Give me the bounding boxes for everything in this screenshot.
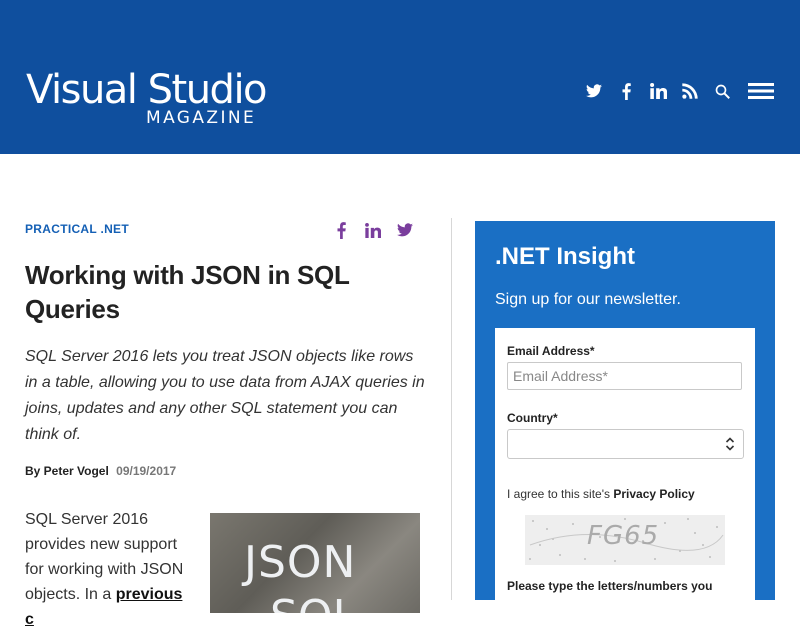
menu-icon[interactable] [748,81,774,101]
article-image: JSON SQL [210,513,420,613]
newsletter-title: .NET Insight [495,243,635,270]
twitter-icon[interactable] [395,220,415,240]
article-summary: SQL Server 2016 lets you treat JSON obje… [25,348,425,443]
column-divider [451,218,452,600]
search-icon[interactable] [712,81,732,101]
image-text: JSON [244,537,357,588]
share-bar [319,220,415,240]
captcha-image: FG65 [525,515,725,565]
linkedin-icon[interactable] [363,220,383,240]
email-label: Email Address* [507,344,595,358]
country-label: Country* [507,411,558,425]
captcha-text: FG65 [587,521,660,551]
article-body: SQL Server 2016 provides new support for… [25,507,195,632]
publish-date: 09/19/2017 [116,464,177,478]
newsletter-panel: .NET Insight Sign up for our newsletter.… [475,221,775,600]
byline: By Peter Vogel 09/19/2017 [25,464,176,478]
author-name[interactable]: By Peter Vogel [25,464,109,478]
agree-text: I agree to this site's [507,487,614,501]
image-text-2: SQL [270,591,357,613]
captcha-prompt: Please type the letters/numbers you [507,579,713,593]
rss-icon[interactable] [680,81,700,101]
article-title: Working with JSON in SQL Queries [25,260,350,324]
site-header: Visual Studio MAGAZINE [0,0,800,154]
logo-main-text: Visual Studio [26,67,268,113]
newsletter-subtitle: Sign up for our newsletter. [495,291,681,308]
chevron-updown-icon [725,436,735,452]
twitter-icon[interactable] [584,81,604,101]
country-select[interactable] [507,429,744,459]
logo-sub-text: MAGAZINE [146,108,257,128]
linkedin-icon[interactable] [648,81,668,101]
privacy-agreement: I agree to this site's Privacy Policy [507,487,695,501]
email-field[interactable] [507,362,742,390]
header-icons [572,78,774,104]
newsletter-form: Email Address* Country* I agree to this … [495,328,755,600]
facebook-icon[interactable] [616,81,636,101]
site-logo[interactable]: Visual Studio MAGAZINE [26,67,268,128]
article-category[interactable]: PRACTICAL .NET [25,222,129,236]
facebook-icon[interactable] [331,220,351,240]
privacy-policy-link[interactable]: Privacy Policy [613,487,694,501]
